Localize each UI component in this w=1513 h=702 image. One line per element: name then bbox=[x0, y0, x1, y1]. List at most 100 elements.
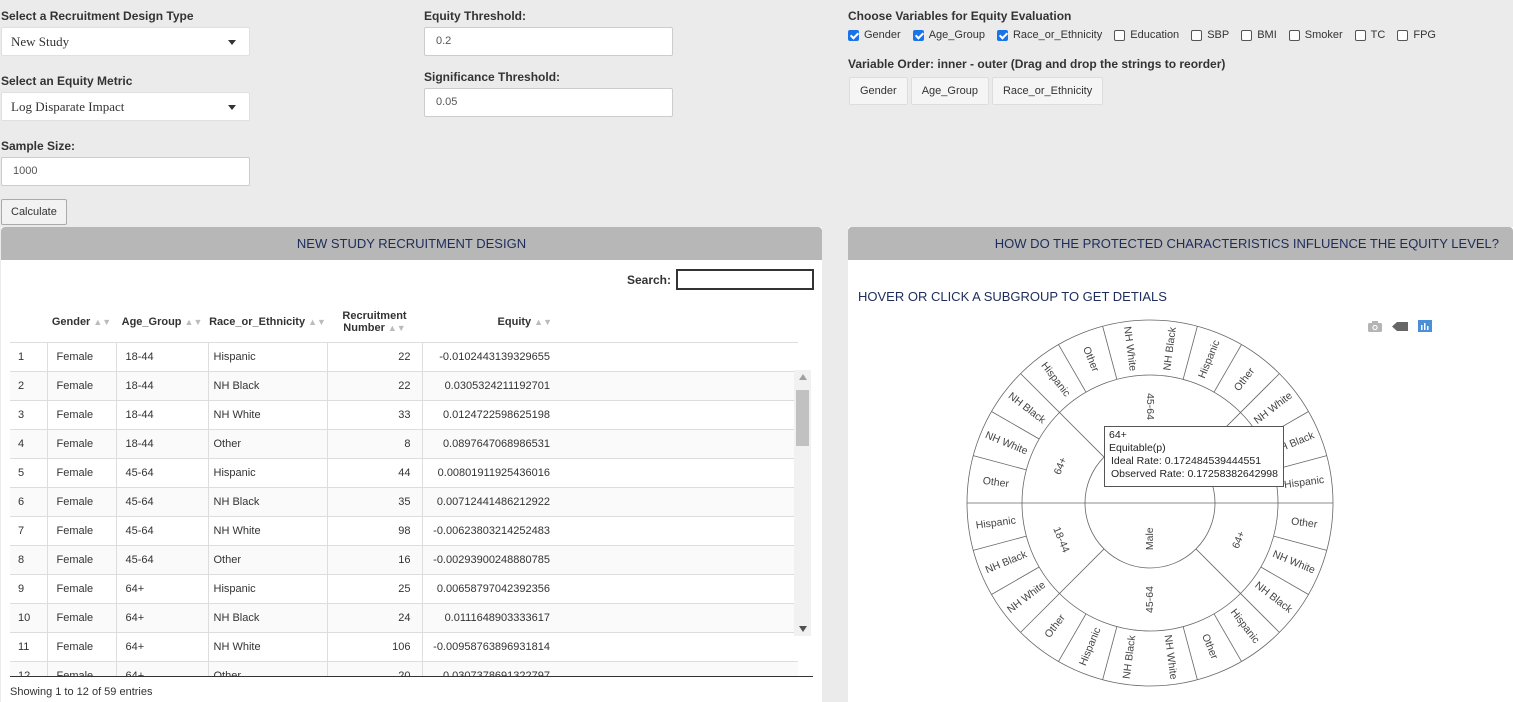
sample-size-label: Sample Size: bbox=[1, 139, 76, 153]
equity-sunburst-panel: HOW DO THE PROTECTED CHARACTERISTICS INF… bbox=[848, 227, 1513, 702]
checkbox-label: SBP bbox=[1207, 29, 1230, 41]
cell-recruitment-number: 22 bbox=[327, 341, 423, 371]
cell-age-group: 45-64 bbox=[116, 544, 209, 574]
cell-recruitment-number: 24 bbox=[327, 602, 423, 632]
tooltip-observed-rate: Observed Rate: 0.17258382642998 bbox=[1111, 468, 1278, 480]
checkbox-sbp[interactable]: SBP bbox=[1191, 29, 1229, 41]
row-index: 6 bbox=[10, 486, 48, 516]
row-spacer bbox=[558, 631, 798, 661]
table-header-row: Gender ▲▼ Age_Group ▲▼ Race_or_Ethnicity ▲▼… bbox=[10, 302, 798, 342]
checkbox-box[interactable] bbox=[1397, 29, 1409, 41]
row-index: 5 bbox=[10, 457, 48, 487]
significance-threshold-input[interactable]: 0.05 bbox=[424, 88, 673, 117]
row-index: 1 bbox=[10, 341, 48, 371]
table-row[interactable]: 9 Female 64+ Hispanic 25 0.00658797042392356 bbox=[10, 573, 798, 603]
scrollbar-thumb[interactable] bbox=[796, 390, 809, 446]
checkbox-label: TC bbox=[1370, 29, 1386, 41]
checkbox-box[interactable] bbox=[912, 29, 924, 41]
row-index: 2 bbox=[10, 370, 48, 400]
checkbox-education[interactable]: Education bbox=[1114, 29, 1179, 41]
cell-recruitment-number: 20 bbox=[327, 660, 423, 677]
cell-race: Hispanic bbox=[208, 457, 328, 487]
cell-race: NH White bbox=[208, 399, 328, 429]
table-row[interactable]: 5 Female 45-64 Hispanic 44 0.0080191192543601… bbox=[10, 457, 798, 487]
col-header-age-group[interactable]: Age_Group ▲▼ bbox=[116, 302, 208, 342]
checkbox-box[interactable] bbox=[996, 29, 1008, 41]
col-header-gender[interactable]: Gender ▲▼ bbox=[47, 302, 116, 342]
table-row[interactable]: 12 Female 64+ Other 20 0.0307378691322797 bbox=[10, 660, 798, 677]
checkbox-label: BMI bbox=[1257, 29, 1277, 41]
scroll-down-icon[interactable] bbox=[799, 626, 807, 632]
checkbox-box[interactable] bbox=[1354, 29, 1366, 41]
row-index: 3 bbox=[10, 399, 48, 429]
table-row[interactable]: 6 Female 45-64 NH Black 35 0.0071244148621292… bbox=[10, 486, 798, 516]
row-index: 10 bbox=[10, 602, 48, 632]
table-row[interactable]: 10 Female 64+ NH Black 24 0.0111648903333617 bbox=[10, 602, 798, 632]
cell-equity: 0.00801911925436016 bbox=[422, 457, 558, 487]
cell-equity: 0.0307378691322797 bbox=[422, 660, 558, 677]
table-row[interactable]: 11 Female 64+ NH White 106 -0.009587638969318… bbox=[10, 631, 798, 661]
sample-size-input[interactable]: 1000 bbox=[1, 157, 250, 186]
checkbox-gender[interactable]: Gender bbox=[848, 29, 901, 41]
checkbox-tc[interactable]: TC bbox=[1354, 29, 1386, 41]
table-scrollbar[interactable] bbox=[794, 370, 811, 636]
variable-order-label: Variable Order: inner - outer (Drag and … bbox=[848, 57, 1226, 71]
cell-recruitment-number: 35 bbox=[327, 486, 423, 516]
cell-race: Hispanic bbox=[208, 341, 328, 371]
col-header-recruitment-number[interactable]: Recruitment Number ▲▼ bbox=[327, 302, 422, 342]
cell-age-group: 18-44 bbox=[116, 341, 209, 371]
cell-equity: -0.00293900248880785 bbox=[422, 544, 558, 574]
row-spacer bbox=[558, 457, 798, 487]
order-chip-gender[interactable]: Gender bbox=[849, 77, 908, 105]
checkbox-label: Race_or_Ethnicity bbox=[1012, 29, 1103, 41]
table-row[interactable]: 2 Female 18-44 NH Black 22 0.0305324211192701 bbox=[10, 370, 798, 400]
scroll-up-icon[interactable] bbox=[799, 374, 807, 380]
sunburst-inner-label[interactable]: Male bbox=[1144, 527, 1156, 550]
checkbox-box[interactable] bbox=[1114, 29, 1126, 41]
sunburst-middle-label[interactable]: 45-64 bbox=[1144, 393, 1156, 420]
checkbox-fpg[interactable]: FPG bbox=[1397, 29, 1436, 41]
equity-metric-select[interactable]: Log Disparate Impact bbox=[1, 92, 250, 121]
checkbox-box[interactable] bbox=[1288, 29, 1300, 41]
checkbox-box[interactable] bbox=[1241, 29, 1253, 41]
cell-recruitment-number: 8 bbox=[327, 428, 423, 458]
tooltip-ideal-rate: Ideal Rate: 0.172484539444551 bbox=[1111, 455, 1262, 467]
col-header-equity[interactable]: Equity ▲▼ bbox=[422, 302, 558, 342]
cell-gender: Female bbox=[47, 544, 117, 574]
row-spacer bbox=[558, 544, 798, 574]
cell-race: NH Black bbox=[208, 602, 328, 632]
checkbox-bmi[interactable]: BMI bbox=[1241, 29, 1277, 41]
table-row[interactable]: 7 Female 45-64 NH White 98 -0.006238032142524… bbox=[10, 515, 798, 545]
search-input[interactable] bbox=[676, 269, 814, 290]
calculate-button[interactable]: Calculate bbox=[1, 199, 67, 225]
row-index: 8 bbox=[10, 544, 48, 574]
checkbox-race-or-ethnicity[interactable]: Race_or_Ethnicity bbox=[996, 29, 1103, 41]
col-header-race[interactable]: Race_or_Ethnicity ▲▼ bbox=[208, 302, 327, 342]
chevron-down-icon bbox=[228, 105, 236, 110]
checkbox-smoker[interactable]: Smoker bbox=[1288, 29, 1343, 41]
checkbox-box[interactable] bbox=[1191, 29, 1203, 41]
variable-order-list: Gender Age_Group Race_or_Ethnicity bbox=[849, 77, 1106, 105]
cell-equity: 0.00658797042392356 bbox=[422, 573, 558, 603]
panel-title: NEW STUDY RECRUITMENT DESIGN bbox=[1, 227, 822, 260]
checkbox-age-group[interactable]: Age_Group bbox=[912, 29, 985, 41]
equity-threshold-label: Equity Threshold: bbox=[424, 9, 526, 23]
table-row[interactable]: 3 Female 18-44 NH White 33 0.0124722598625198 bbox=[10, 399, 798, 429]
cell-gender: Female bbox=[47, 660, 117, 677]
table-row[interactable]: 1 Female 18-44 Hispanic 22 -0.010244313932965… bbox=[10, 341, 798, 371]
checkbox-box[interactable] bbox=[848, 29, 859, 41]
sunburst-middle-label[interactable]: 45-64 bbox=[1144, 586, 1156, 613]
table-row[interactable]: 8 Female 45-64 Other 16 -0.00293900248880785 bbox=[10, 544, 798, 574]
cell-recruitment-number: 44 bbox=[327, 457, 423, 487]
equity-threshold-input[interactable]: 0.2 bbox=[424, 27, 673, 56]
order-chip-race-or-ethnicity[interactable]: Race_or_Ethnicity bbox=[991, 77, 1104, 105]
search-label: Search: bbox=[626, 272, 671, 287]
table-row[interactable]: 4 Female 18-44 Other 8 0.0897647068986531 bbox=[10, 428, 798, 458]
row-spacer bbox=[558, 428, 798, 458]
row-spacer bbox=[558, 486, 798, 516]
row-index: 4 bbox=[10, 428, 48, 458]
variables-label: Choose Variables for Equity Evaluation bbox=[848, 9, 1072, 23]
design-type-select[interactable]: New Study bbox=[1, 27, 250, 56]
table-bottom-border bbox=[10, 676, 813, 677]
order-chip-age-group[interactable]: Age_Group bbox=[910, 77, 989, 105]
